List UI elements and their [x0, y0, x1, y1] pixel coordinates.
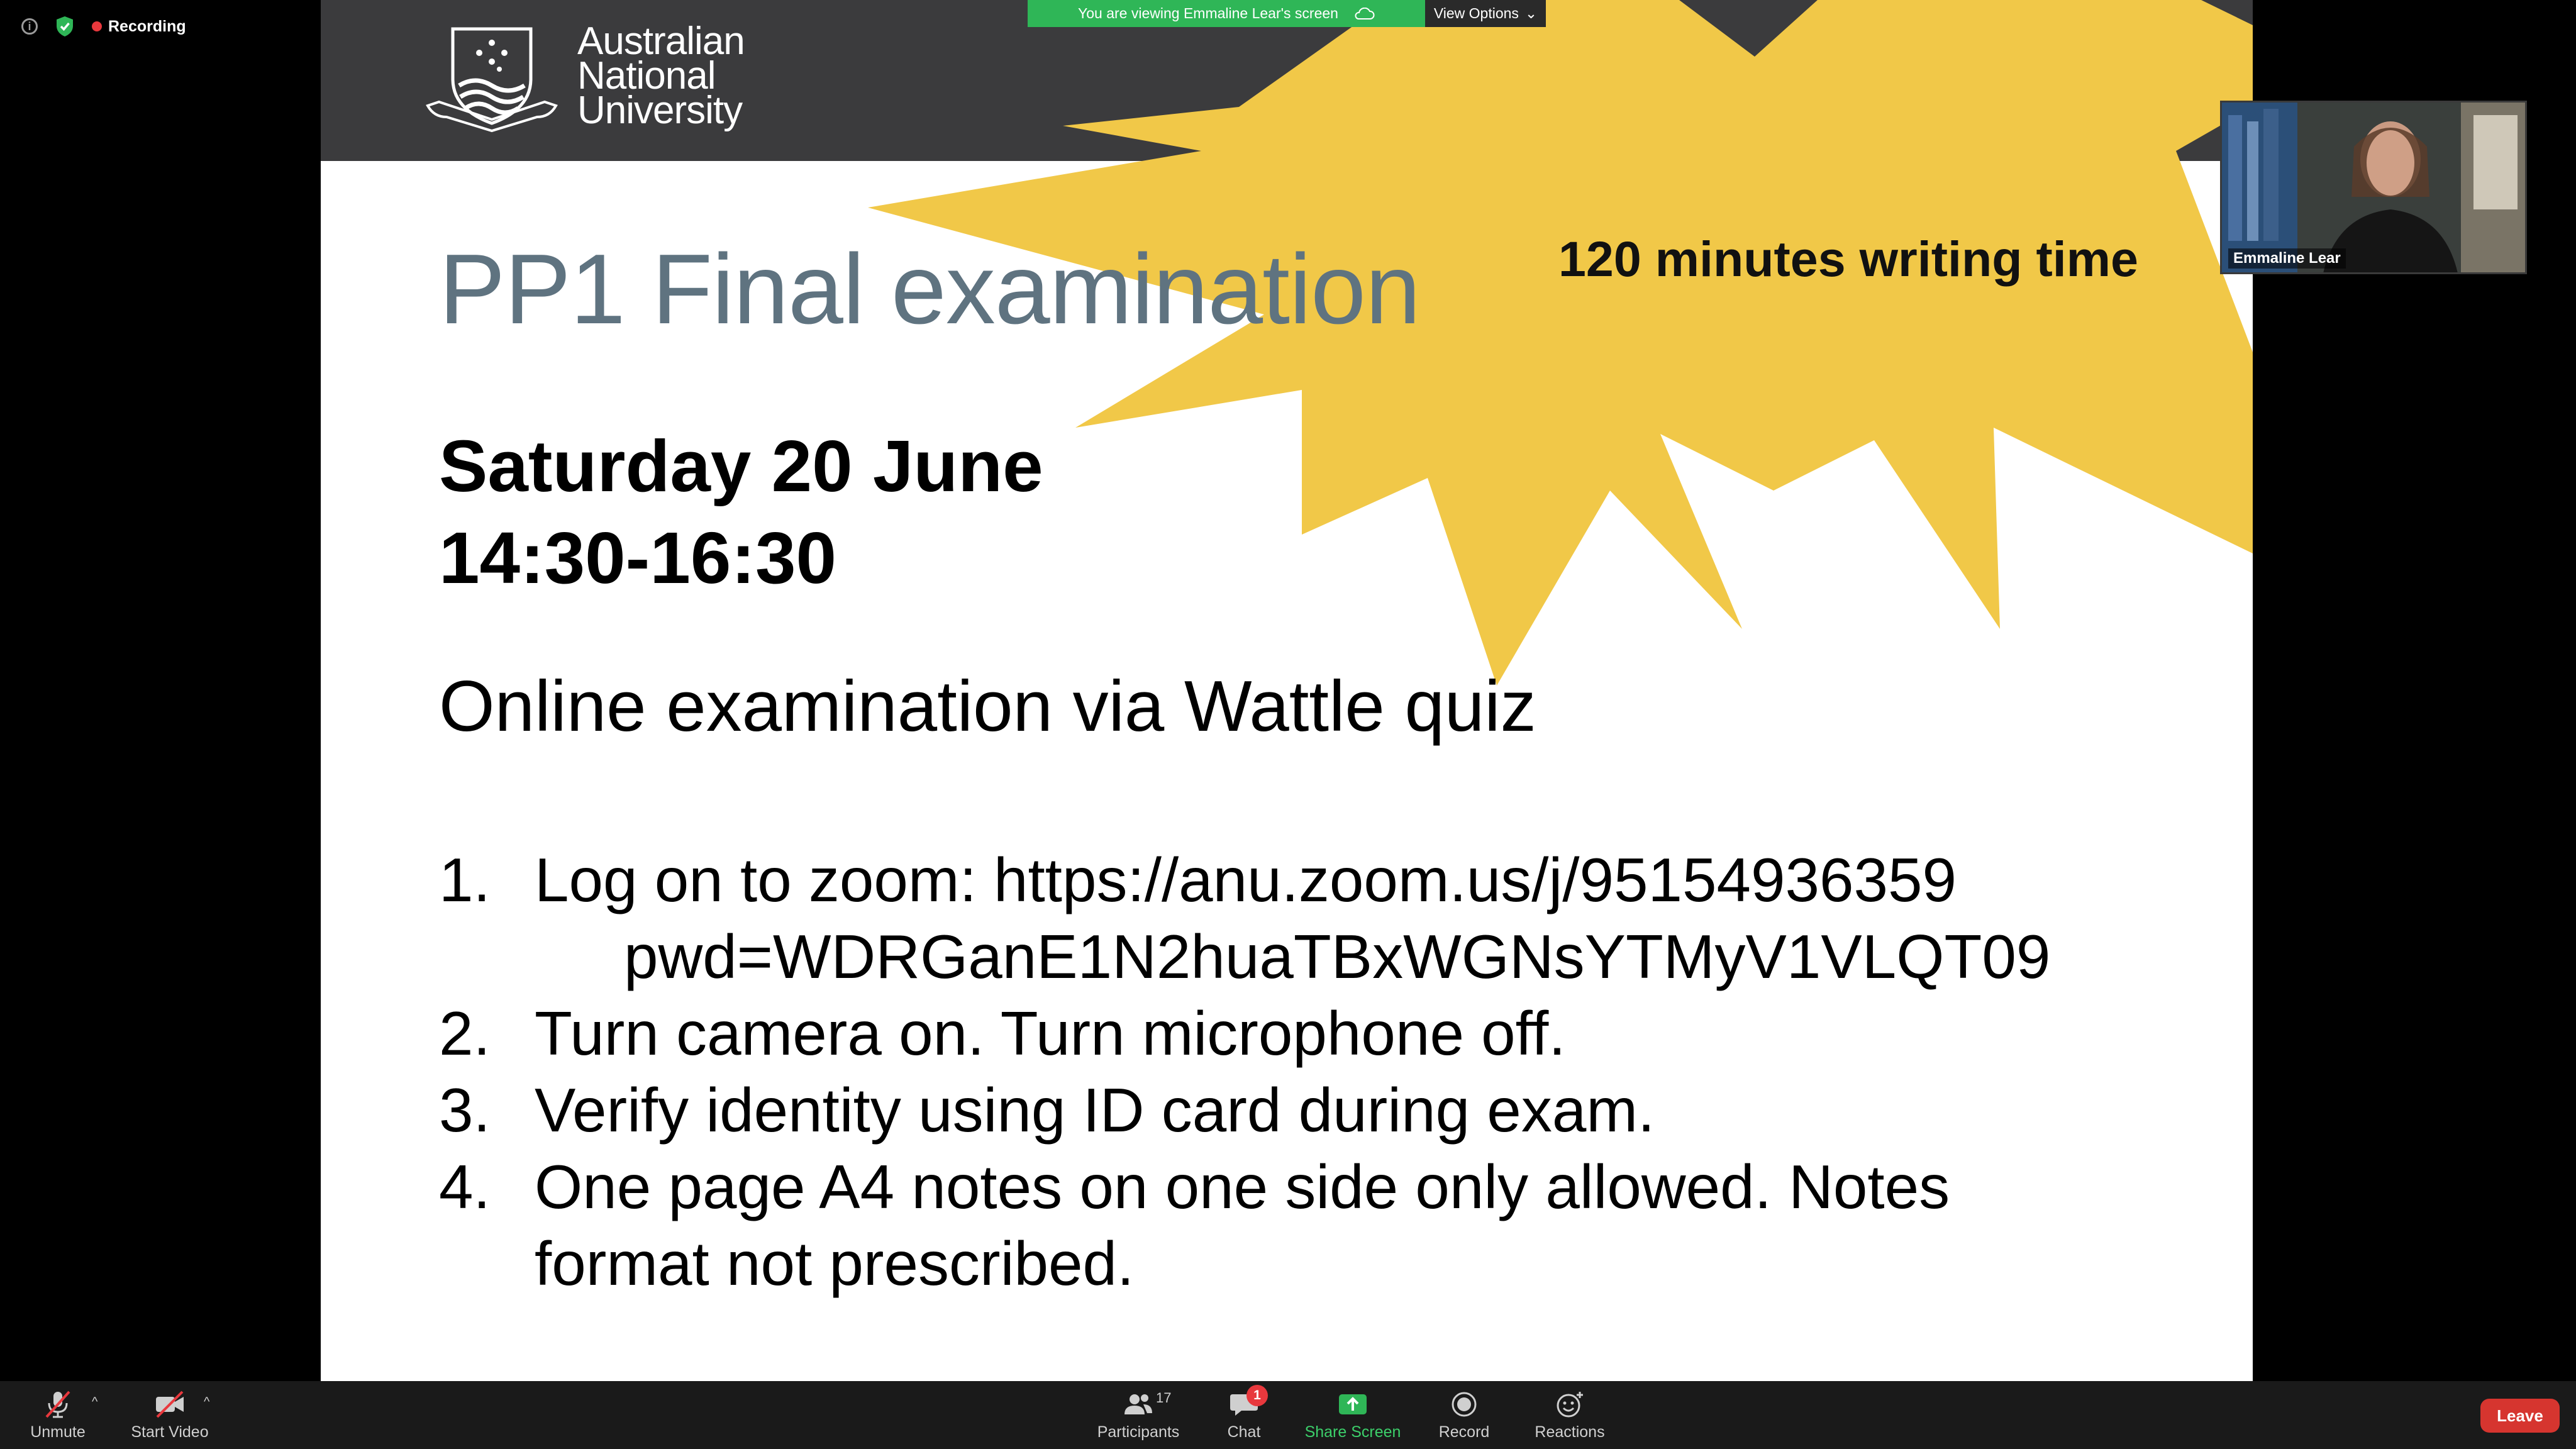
list-item: 1. Log on to zoom: https://anu.zoom.us/j/…: [439, 845, 1957, 914]
chat-label: Chat: [1227, 1423, 1261, 1441]
share-screen-button[interactable]: Share Screen: [1301, 1381, 1405, 1449]
share-banner-text: You are viewing Emmaline Lear's screen: [1078, 5, 1338, 21]
record-label: Record: [1438, 1423, 1490, 1441]
participant-name: Emmaline Lear: [2228, 248, 2346, 269]
start-video-button[interactable]: Start Video: [126, 1381, 214, 1449]
view-options-label: View Options: [1433, 5, 1519, 21]
starburst-text: 120 minutes writing time: [1558, 231, 2138, 287]
exam-date-time: Saturday 20 June 14:30-16:30: [439, 420, 1043, 604]
instructions-list: 1. Log on to zoom: https://anu.zoom.us/j/…: [439, 841, 2050, 1302]
info-icon[interactable]: i: [21, 18, 38, 35]
leave-button[interactable]: Leave: [2480, 1399, 2560, 1433]
emoji-reactions-icon: [1557, 1391, 1583, 1417]
slide-title: PP1 Final examination: [439, 234, 1421, 345]
list-item: 2. Turn camera on. Turn microphone off.: [439, 999, 1566, 1068]
microphone-muted-icon: [45, 1391, 70, 1418]
recording-label: Recording: [108, 17, 186, 35]
recording-indicator[interactable]: Recording: [92, 18, 186, 36]
screen-share-banner: You are viewing Emmaline Lear's screen: [1028, 0, 1425, 27]
record-icon: [1452, 1392, 1477, 1416]
reactions-label: Reactions: [1535, 1423, 1605, 1441]
cloud-icon: [1355, 7, 1375, 19]
unmute-label: Unmute: [30, 1423, 86, 1441]
chevron-down-icon: ⌄: [1524, 5, 1538, 21]
shared-slide: Australian National University 120 minut…: [321, 0, 2253, 1381]
list-item-continuation: format not prescribed.: [535, 1229, 1135, 1298]
record-dot-icon: [92, 21, 102, 31]
participant-video[interactable]: Emmaline Lear: [2220, 101, 2527, 274]
exam-time: 14:30-16:30: [439, 517, 836, 599]
online-exam-line: Online examination via Wattle quiz: [439, 667, 1536, 747]
meeting-status-bar: i Recording: [21, 14, 186, 39]
participants-label: Participants: [1097, 1423, 1180, 1441]
shield-icon[interactable]: [55, 16, 74, 37]
chat-unread-badge: 1: [1246, 1385, 1268, 1406]
meeting-toolbar: Unmute ^ Start Video ^ Participants 17 C…: [0, 1381, 2576, 1449]
view-options-button[interactable]: View Options ⌄: [1425, 0, 1546, 27]
list-item-continuation: pwd=WDRGanE1N2huaTBxWGNsYTMyV1VLQT09: [624, 922, 2051, 991]
unmute-button[interactable]: Unmute: [25, 1381, 91, 1449]
participants-count: 17: [1156, 1390, 1172, 1406]
reactions-button[interactable]: Reactions: [1527, 1381, 1613, 1449]
audio-options-caret-icon[interactable]: ^: [92, 1395, 97, 1409]
exam-date: Saturday 20 June: [439, 425, 1043, 507]
video-camera-off-icon: [156, 1391, 184, 1418]
participants-icon: [1124, 1394, 1152, 1414]
record-button[interactable]: Record: [1429, 1381, 1499, 1449]
list-item: 4. One page A4 notes on one side only all…: [439, 1152, 1950, 1221]
list-item: 3. Verify identity using ID card during e…: [439, 1075, 1655, 1145]
start-video-label: Start Video: [131, 1423, 209, 1441]
video-options-caret-icon[interactable]: ^: [204, 1395, 209, 1409]
share-screen-label: Share Screen: [1304, 1423, 1401, 1441]
share-screen-icon: [1339, 1394, 1367, 1414]
